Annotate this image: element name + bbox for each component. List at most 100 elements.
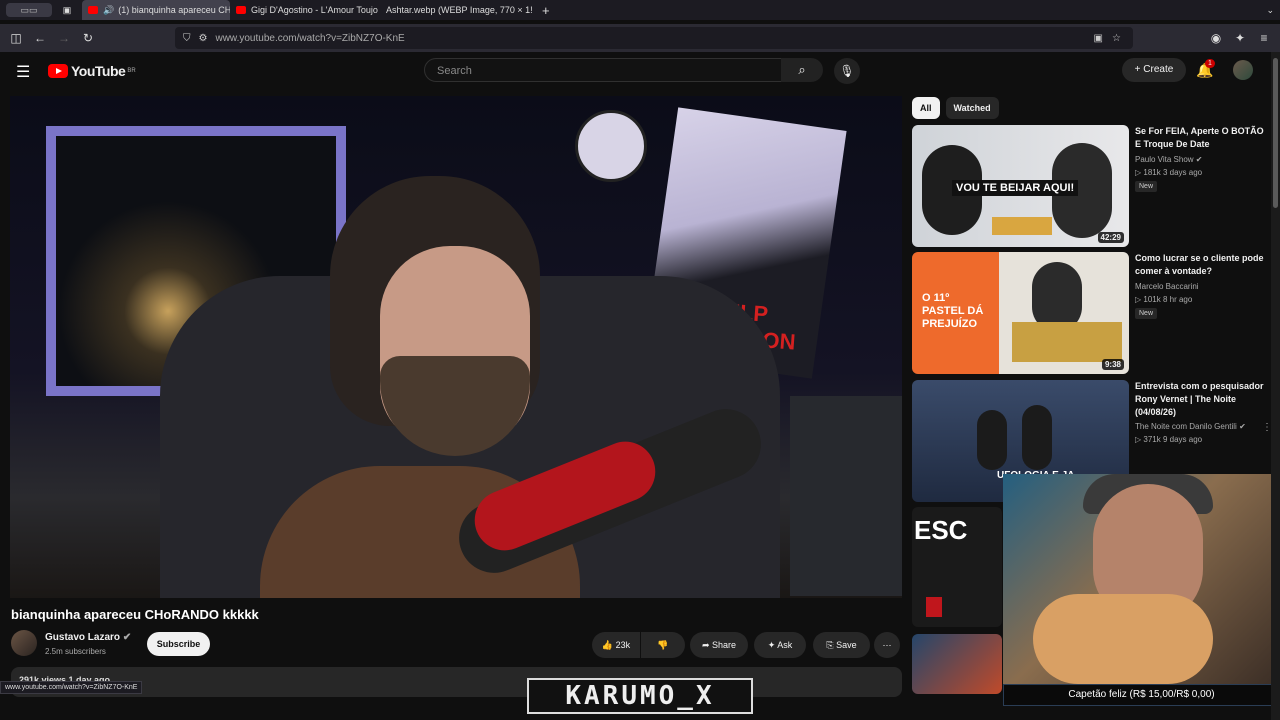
video-title: bianquinha apareceu CHoRANDO kkkkk — [11, 607, 259, 622]
tab-youtube-video[interactable]: 🔊 (1) bianquinha apareceu CH ✕ — [82, 0, 230, 20]
like-count: 23k — [615, 640, 631, 650]
dislike-button[interactable]: 👎 — [641, 632, 685, 658]
chip-watched[interactable]: Watched — [945, 97, 999, 119]
sidebar-toggle-icon[interactable]: ▭▭ — [6, 3, 52, 17]
account-icon[interactable]: ◉ — [1204, 31, 1228, 45]
webcam-label: Capetão feliz (R$ 15,00/R$ 0,00) — [1003, 684, 1280, 706]
thumbnail-text: VOU TE BEIJAR AQUI! — [952, 180, 1079, 196]
url-text: www.youtube.com/watch?v=ZibNZ7O-KnE — [215, 32, 405, 44]
recommendation-channel[interactable]: Paulo Vita Show ✔ — [1135, 155, 1203, 164]
duration-badge: 9:38 — [1101, 359, 1124, 370]
thumbnail-text: O 11º PASTEL DÁ PREJUÍZO — [922, 292, 984, 330]
thumbs-down-icon: 👎 — [657, 640, 669, 650]
video-frame: PULP FICTION — [10, 96, 902, 598]
video-thumbnail[interactable]: O 11º PASTEL DÁ PREJUÍZO 9:38 — [912, 252, 1129, 374]
picture-in-picture-icon[interactable]: ▣ — [1094, 33, 1103, 44]
recommendation-meta: ▷ 181k 3 days ago — [1135, 168, 1203, 177]
recommendation-channel[interactable]: The Noite com Danilo Gentili ✔ — [1135, 422, 1246, 431]
url-bar[interactable]: ⛉ ⚙ www.youtube.com/watch?v=ZibNZ7O-KnE … — [175, 27, 1133, 49]
scrollbar-thumb[interactable] — [1273, 58, 1278, 208]
youtube-play-icon — [48, 64, 68, 78]
subscriber-count: 2.5m subscribers — [45, 647, 106, 656]
thumbs-up-icon: 👍 — [601, 640, 614, 650]
tab-label: (1) bianquinha apareceu CH — [118, 5, 230, 15]
menu-icon[interactable]: ≡ — [1252, 31, 1276, 45]
recommendation-title[interactable]: Se For FEIA, Aperte O BOTÃO E Troque De … — [1135, 125, 1265, 151]
youtube-favicon-icon — [88, 6, 98, 14]
forward-icon[interactable]: → — [52, 31, 76, 45]
like-button[interactable]: 👍 23k — [592, 632, 640, 658]
share-label: Share — [712, 640, 737, 650]
logo-text: YouTube — [71, 63, 126, 79]
search-input[interactable]: Search — [424, 58, 782, 82]
recommendation-title[interactable]: Entrevista com o pesquisador Rony Vernet… — [1135, 380, 1265, 419]
bookmark-star-icon[interactable]: ☆ — [1112, 33, 1121, 44]
save-button[interactable]: ⎘ Save — [813, 632, 870, 658]
tab-label: Gigi D'Agostino - L'Amour Toujo — [251, 5, 378, 15]
browser-nav-bar: ◫ ← → ↻ ⛉ ⚙ www.youtube.com/watch?v=ZibN… — [0, 24, 1280, 52]
region-code: BR — [127, 68, 136, 74]
recommendation-item[interactable]: VOU TE BEIJAR AQUI! 42:29 Se For FEIA, A… — [912, 125, 1272, 247]
more-actions-icon[interactable]: ⋯ — [874, 632, 900, 658]
tab-label: Ashtar.webp (WEBP Image, 770 × 1! — [386, 5, 533, 15]
recommendation-channel[interactable]: Marcelo Baccarini — [1135, 282, 1199, 291]
channel-name[interactable]: Gustavo Lazaro ✔ — [45, 632, 131, 643]
ask-button[interactable]: ✦ Ask — [754, 632, 806, 658]
sparkle-icon: ✦ — [767, 640, 776, 650]
duration-badge: 42:29 — [1097, 232, 1124, 243]
sidebar-icon[interactable]: ◫ — [4, 31, 28, 45]
search-icon[interactable]: ⌕ — [781, 58, 823, 82]
voice-search-mic-icon[interactable]: 🎙 — [834, 58, 860, 84]
webcam-overlay — [1003, 474, 1280, 684]
video-thumbnail[interactable]: ESC — [912, 507, 1002, 627]
verified-icon: ✔ — [122, 632, 132, 643]
create-label: Create — [1143, 64, 1174, 75]
wall-clock — [575, 110, 647, 182]
video-thumbnail[interactable] — [912, 634, 1002, 694]
new-badge: New — [1135, 181, 1158, 192]
back-icon[interactable]: ← — [28, 31, 52, 45]
tab-gigi[interactable]: Gigi D'Agostino - L'Amour Toujo ✕ — [230, 0, 380, 20]
speaker-icon[interactable]: 🔊 — [103, 5, 114, 16]
channel-avatar[interactable] — [11, 630, 37, 656]
reload-icon[interactable]: ↻ — [76, 31, 100, 45]
video-player[interactable]: PULP FICTION — [10, 96, 902, 598]
permissions-icon[interactable]: ⚙ — [199, 33, 208, 44]
share-button[interactable]: ➦ Share — [690, 632, 748, 658]
tab-ashtar[interactable]: Ashtar.webp (WEBP Image, 770 × 1! ✕ — [380, 0, 536, 20]
share-icon: ➦ — [701, 640, 710, 650]
new-badge: New — [1135, 308, 1158, 319]
youtube-header: ☰ YouTube BR Search ⌕ 🎙 + Create 🔔 1 — [0, 52, 1270, 92]
verified-icon: ✔ — [1239, 422, 1246, 431]
notification-count-badge: 1 — [1205, 59, 1215, 68]
page-scrollbar[interactable] — [1271, 52, 1280, 720]
new-tab-button[interactable]: + — [536, 0, 556, 20]
save-label: Save — [836, 640, 857, 650]
youtube-logo[interactable]: YouTube BR — [48, 63, 136, 79]
bookmark-icon: ⎘ — [826, 640, 834, 650]
notifications-bell-icon[interactable]: 🔔 1 — [1196, 59, 1215, 79]
shield-icon: ⛉ — [183, 32, 191, 44]
chip-all[interactable]: All — [912, 97, 940, 119]
list-tabs-chevron-icon[interactable]: ⌄ — [1260, 0, 1280, 20]
speaker-box — [790, 396, 902, 596]
recommendation-meta: ▷ 101k 8 hr ago — [1135, 295, 1193, 304]
youtube-favicon-icon — [236, 6, 246, 14]
recommendation-item[interactable]: O 11º PASTEL DÁ PREJUÍZO 9:38 Como lucra… — [912, 252, 1272, 374]
subscribe-button[interactable]: Subscribe — [147, 632, 210, 656]
extensions-icon[interactable]: ✦ — [1228, 31, 1252, 45]
verified-icon: ✔ — [1195, 155, 1203, 164]
recommendation-meta: ▷ 371k 9 days ago — [1135, 435, 1203, 444]
browser-tab-bar: ▭▭ ▣ 🔊 (1) bianquinha apareceu CH ✕ Gigi… — [0, 0, 1280, 20]
video-thumbnail[interactable]: VOU TE BEIJAR AQUI! 42:29 — [912, 125, 1129, 247]
description-box[interactable]: 291k views 1 day ago — [11, 667, 902, 697]
cat — [1033, 594, 1213, 684]
filter-chips: All Watched — [912, 97, 999, 119]
recommendation-title[interactable]: Como lucrar se o cliente pode comer à vo… — [1135, 252, 1265, 278]
ask-label: Ask — [777, 640, 793, 650]
link-status-url: www.youtube.com/watch?v=ZibNZ7O-KnE — [0, 681, 143, 694]
tab-groups-icon[interactable]: ▣ — [52, 0, 82, 20]
hamburger-menu-icon[interactable]: ☰ — [16, 62, 30, 82]
create-button[interactable]: + Create — [1122, 58, 1186, 82]
user-avatar[interactable] — [1233, 60, 1253, 80]
